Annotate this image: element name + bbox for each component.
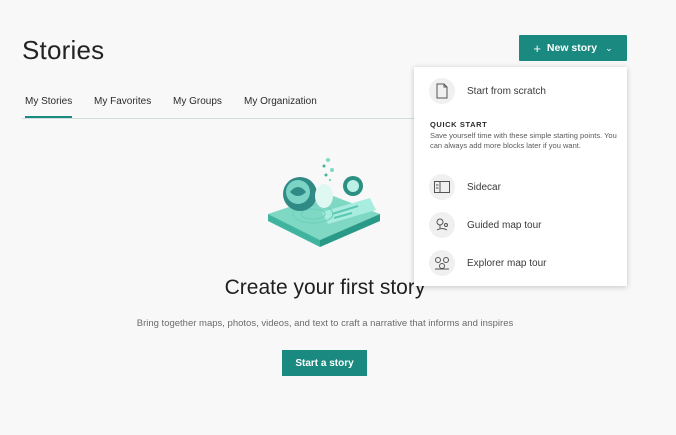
- sidecar-icon: [429, 174, 455, 200]
- start-story-button[interactable]: Start a story: [282, 350, 367, 376]
- tab-my-organization[interactable]: My Organization: [244, 96, 317, 107]
- guided-map-tour-icon: [429, 212, 455, 238]
- guided-map-tour-label: Guided map tour: [467, 219, 542, 231]
- chevron-down-icon: ⌄: [605, 42, 613, 53]
- blank-page-icon: [429, 78, 455, 104]
- new-story-label: New story: [546, 42, 598, 54]
- explorer-map-tour-item[interactable]: Explorer map tour: [429, 249, 546, 277]
- empty-state-subtitle: Bring together maps, photos, videos, and…: [136, 318, 514, 329]
- tab-bar: My Stories My Favorites My Groups My Org…: [22, 90, 417, 119]
- tab-my-groups[interactable]: My Groups: [173, 96, 222, 107]
- tab-my-stories[interactable]: My Stories: [25, 96, 73, 118]
- explorer-map-tour-label: Explorer map tour: [467, 257, 547, 269]
- start-from-scratch-label: Start from scratch: [467, 85, 546, 97]
- story-illustration: [268, 158, 380, 247]
- quick-start-description: Save yourself time with these simple sta…: [430, 131, 617, 150]
- quick-start-heading: QUICK START: [430, 120, 488, 129]
- new-story-dropdown: Start from scratch QUICK START Save your…: [414, 67, 627, 286]
- explorer-map-tour-icon: [429, 250, 455, 276]
- page-title: Stories: [22, 35, 105, 65]
- sidecar-label: Sidecar: [467, 181, 501, 193]
- new-story-button[interactable]: + New story ⌄: [519, 35, 627, 61]
- sidecar-item[interactable]: Sidecar: [429, 173, 501, 201]
- tab-my-favorites[interactable]: My Favorites: [94, 96, 151, 107]
- plus-icon: +: [533, 40, 541, 56]
- guided-map-tour-item[interactable]: Guided map tour: [429, 211, 542, 239]
- start-from-scratch-item[interactable]: Start from scratch: [429, 77, 546, 105]
